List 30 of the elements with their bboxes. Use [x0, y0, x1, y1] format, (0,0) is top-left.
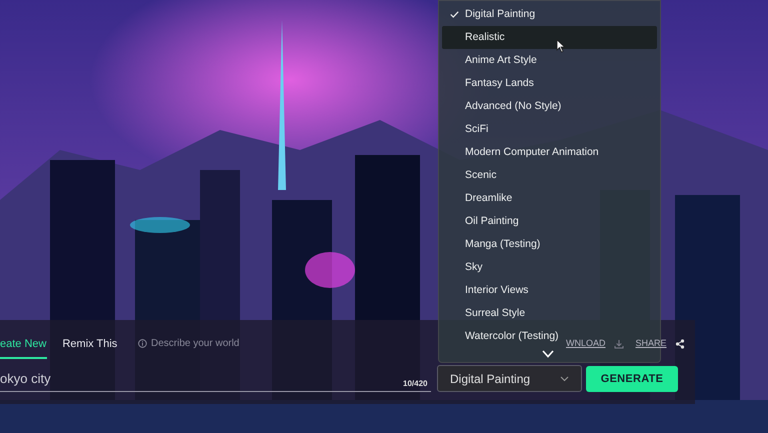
menu-item[interactable]: Interior Views	[442, 279, 532, 302]
share-link[interactable]: SHARE	[636, 337, 667, 350]
character-counter: 10/420	[403, 378, 428, 390]
menu-item[interactable]: Anime Art Style	[442, 49, 541, 72]
tab[interactable]: eate New	[0, 332, 48, 358]
menu-item[interactable]: Digital Painting	[442, 3, 540, 26]
hint-text: Describe your world	[151, 337, 240, 351]
menu-item[interactable]: Modern Computer Animation	[442, 141, 603, 164]
menu-item[interactable]: Manga (Testing)	[442, 233, 544, 256]
info-icon	[138, 339, 147, 348]
menu-item[interactable]: Realistic	[442, 26, 657, 49]
cursor-icon	[556, 39, 566, 53]
share-icon	[674, 338, 685, 349]
style-select[interactable]: Digital Painting	[437, 365, 582, 392]
chevron-icon	[560, 376, 569, 382]
menu-item[interactable]: Scenic	[442, 164, 501, 187]
menu-item[interactable]: Oil Painting	[442, 210, 523, 233]
menu-item[interactable]: Sky	[442, 256, 487, 279]
checkmark-icon	[450, 11, 459, 18]
menu-item[interactable]: SciFi	[442, 118, 492, 141]
menu-item[interactable]: Advanced (No Style)	[442, 95, 566, 118]
menu-item[interactable]: Surreal Style	[442, 302, 530, 325]
download-link[interactable]: WNLOAD	[566, 337, 606, 350]
generate-button[interactable]: GENERATE	[586, 366, 678, 392]
menu-item[interactable]: Fantasy Lands	[442, 72, 538, 95]
menu-item[interactable]: Dreamlike	[442, 187, 516, 210]
menu-item[interactable]: Watercolor (Testing)	[442, 325, 563, 348]
scroll-down-icon[interactable]	[542, 350, 554, 358]
tab[interactable]: Remix This	[62, 332, 118, 358]
download-icon	[614, 338, 624, 349]
